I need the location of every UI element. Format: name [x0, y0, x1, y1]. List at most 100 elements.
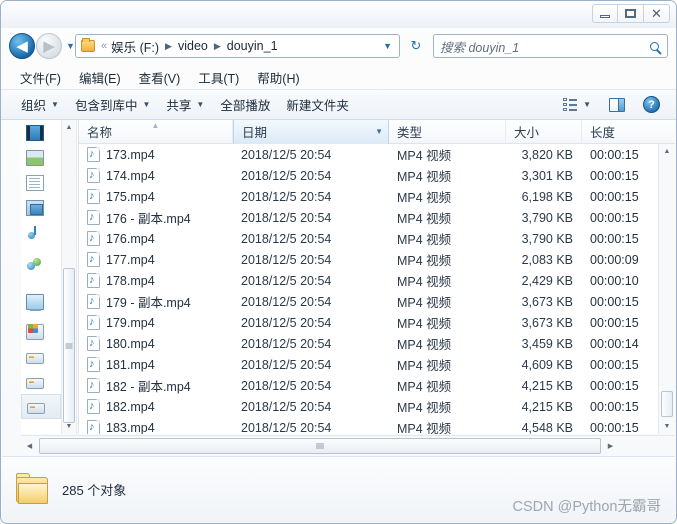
forward-button[interactable]: ▶ — [36, 33, 62, 59]
sidebar-item-music[interactable] — [21, 220, 61, 245]
mp4-file-icon — [87, 357, 100, 372]
breadcrumb-item-drive[interactable]: 娱乐 (F:) — [109, 36, 161, 57]
file-list-scrollbar[interactable]: ▲ ▼ — [658, 144, 675, 434]
sidebar-item-computer[interactable] — [21, 285, 61, 319]
file-date-cell: 2018/12/5 20:54 — [241, 294, 332, 309]
scroll-left-button[interactable]: ◀ — [21, 442, 38, 450]
file-name-label: 174.mp4 — [106, 168, 155, 183]
table-row[interactable]: 182.mp4 2018/12/5 20:54 MP4 视频 4,215 KB 00:0… — [79, 396, 658, 417]
sidebar-item-local-disk-e[interactable] — [21, 369, 61, 394]
table-row[interactable]: 182 - 副本.mp4 2018/12/5 20:54 MP4 视频 4,215 K… — [79, 375, 658, 396]
mp4-file-icon — [87, 210, 100, 225]
refresh-button[interactable]: ↻ — [405, 34, 427, 58]
horizontal-scrollbar[interactable]: ◀ ▶ — [21, 435, 675, 456]
history-dropdown-button[interactable]: ▼ — [66, 41, 75, 51]
sidebar-item-pictures[interactable] — [21, 145, 61, 170]
sidebar-item-local-disk-d[interactable] — [21, 344, 61, 369]
organize-label: 组织 — [21, 99, 47, 113]
file-length-cell: 00:00:15 — [590, 189, 639, 204]
video-icon — [26, 124, 44, 141]
maximize-button[interactable] — [618, 4, 644, 23]
table-row[interactable]: 176.mp4 2018/12/5 20:54 MP4 视频 3,790 KB 00:0… — [79, 228, 658, 249]
table-row[interactable]: 173.mp4 2018/12/5 20:54 MP4 视频 3,820 KB 00:0… — [79, 144, 658, 165]
address-dropdown-icon[interactable]: ▼ — [383, 41, 396, 51]
change-view-button[interactable]: ▼ — [555, 95, 599, 114]
new-folder-button[interactable]: 新建文件夹 — [278, 92, 357, 117]
sidebar-item-local-disk-c[interactable] — [21, 319, 61, 344]
breadcrumb-item-video[interactable]: video — [176, 38, 210, 54]
back-button[interactable]: ◀ — [9, 33, 35, 59]
search-input[interactable]: 搜索 douyin_1 — [440, 37, 650, 56]
scrollbar-thumb[interactable] — [63, 268, 75, 423]
sidebar-item-programs[interactable] — [21, 195, 61, 220]
file-type-cell: MP4 视频 — [397, 317, 452, 331]
mp4-file-icon — [87, 378, 100, 393]
organize-button[interactable]: 组织 ▼ — [13, 92, 67, 117]
search-box[interactable]: 搜索 douyin_1 — [433, 34, 668, 58]
file-name-cell: 179 - 副本.mp4 — [79, 292, 233, 311]
menu-file[interactable]: 文件(F) — [11, 66, 70, 89]
table-row[interactable]: 175.mp4 2018/12/5 20:54 MP4 视频 6,198 KB 00:0… — [79, 186, 658, 207]
sidebar-item-documents[interactable] — [21, 170, 61, 195]
table-row[interactable]: 177.mp4 2018/12/5 20:54 MP4 视频 2,083 KB 00:0… — [79, 249, 658, 270]
file-date-cell: 2018/12/5 20:54 — [241, 210, 332, 225]
include-in-library-button[interactable]: 包含到库中 ▼ — [67, 92, 158, 117]
menu-help[interactable]: 帮助(H) — [248, 66, 308, 89]
file-name-cell: 174.mp4 — [79, 168, 233, 183]
sidebar-item-local-disk-f[interactable] — [21, 394, 61, 419]
disk-icon — [26, 377, 44, 389]
breadcrumb-separator-icon: ▶ — [165, 40, 172, 51]
sidebar-item-homegroup[interactable] — [21, 245, 61, 285]
column-header-date[interactable]: 日期 ▼ — [233, 119, 389, 144]
file-name-cell: 180.mp4 — [79, 336, 233, 351]
table-row[interactable]: 176 - 副本.mp4 2018/12/5 20:54 MP4 视频 3,790 K… — [79, 207, 658, 228]
new-folder-label: 新建文件夹 — [286, 99, 349, 113]
file-size-cell: 3,459 KB — [521, 336, 573, 351]
table-row[interactable]: 174.mp4 2018/12/5 20:54 MP4 视频 3,301 KB 00:0… — [79, 165, 658, 186]
help-button[interactable]: ? — [635, 93, 668, 116]
breadcrumb-overflow-icon[interactable]: « — [101, 40, 107, 52]
file-type-cell: MP4 视频 — [397, 359, 452, 373]
scroll-right-button[interactable]: ▶ — [602, 442, 619, 450]
scroll-up-button[interactable]: ▲ — [659, 144, 675, 159]
file-name-label: 179.mp4 — [106, 315, 155, 330]
column-header-length[interactable]: 长度 — [582, 120, 660, 144]
menu-edit[interactable]: 编辑(E) — [70, 66, 130, 89]
preview-pane-button[interactable] — [601, 95, 633, 115]
column-header-name[interactable]: ▲ 名称 — [79, 119, 233, 144]
play-all-button[interactable]: 全部播放 — [212, 92, 278, 117]
column-header-type[interactable]: 类型 — [389, 119, 506, 144]
programs-icon — [26, 199, 44, 216]
scrollbar-thumb[interactable] — [661, 391, 673, 417]
chevron-down-icon[interactable]: ▼ — [375, 127, 388, 136]
table-row[interactable]: 180.mp4 2018/12/5 20:54 MP4 视频 3,459 KB 00:0… — [79, 333, 658, 354]
breadcrumb-item-douyin1[interactable]: douyin_1 — [225, 38, 280, 54]
column-header-size[interactable]: 大小 — [506, 119, 582, 144]
share-button[interactable]: 共享 ▼ — [158, 92, 212, 117]
scroll-down-button[interactable]: ▼ — [62, 419, 76, 434]
scroll-up-button[interactable]: ▲ — [62, 120, 76, 135]
scroll-down-button[interactable]: ▼ — [659, 419, 675, 434]
mp4-file-icon — [87, 336, 100, 351]
file-size-cell: 3,673 KB — [521, 315, 573, 330]
menu-tools[interactable]: 工具(T) — [189, 66, 248, 89]
table-row[interactable]: 179 - 副本.mp4 2018/12/5 20:54 MP4 视频 3,673 K… — [79, 291, 658, 312]
back-arrow-icon: ◀ — [16, 38, 28, 55]
navigation-pane-scrollbar[interactable]: ▲ ▼ — [61, 120, 77, 434]
close-button[interactable]: ✕ — [644, 4, 670, 23]
address-input[interactable]: « 娱乐 (F:) ▶ video ▶ douyin_1 ▼ — [75, 34, 400, 58]
file-rows-container: 173.mp4 2018/12/5 20:54 MP4 视频 3,820 KB 00:0… — [79, 144, 658, 434]
main-content: ▲ ▼ ▲ 名称 日期 ▼ 类型 大小 长度 ♪ 173.mp4 2018/12… — [2, 119, 675, 456]
mp4-file-icon — [87, 399, 100, 414]
menu-view[interactable]: 查看(V) — [130, 66, 190, 89]
file-name-cell: 182.mp4 — [79, 399, 233, 414]
file-length-cell: 00:00:14 — [590, 336, 639, 351]
minimize-button[interactable] — [592, 4, 618, 23]
table-row[interactable]: 181.mp4 2018/12/5 20:54 MP4 视频 4,609 KB 00:0… — [79, 354, 658, 375]
table-row[interactable]: 178.mp4 2018/12/5 20:54 MP4 视频 2,429 KB 00:0… — [79, 270, 658, 291]
file-name-cell: 175.mp4 — [79, 189, 233, 204]
table-row[interactable]: 179.mp4 2018/12/5 20:54 MP4 视频 3,673 KB 00:0… — [79, 312, 658, 333]
table-row[interactable]: 183.mp4 2018/12/5 20:54 MP4 视频 4,548 KB 00:0… — [79, 417, 658, 434]
sidebar-item-videos[interactable] — [21, 120, 61, 145]
horizontal-scrollbar-thumb[interactable] — [39, 438, 601, 454]
